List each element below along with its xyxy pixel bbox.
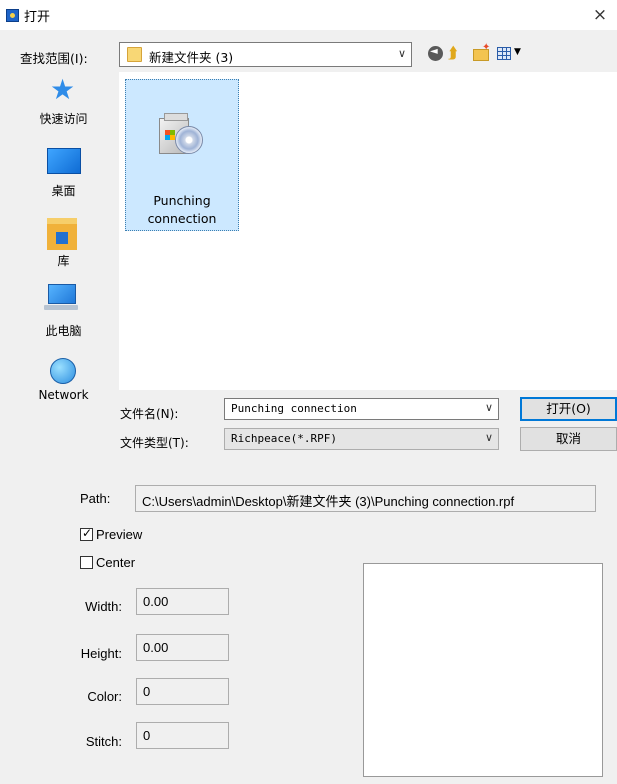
chevron-down-icon: ∨ — [397, 47, 406, 60]
stitch-value: 0 — [143, 728, 151, 743]
dropdown-arrow-icon: ▼ — [514, 47, 521, 57]
file-list[interactable]: Punching connection — [119, 72, 617, 390]
place-library[interactable]: 库 — [14, 218, 113, 274]
place-network[interactable]: Network — [14, 358, 113, 412]
preview-label[interactable]: Preview — [96, 527, 142, 542]
center-checkbox[interactable] — [80, 556, 93, 569]
app-icon — [6, 9, 19, 22]
open-button[interactable]: 打开(O) — [520, 397, 617, 421]
place-this-pc[interactable]: 此电脑 — [14, 284, 113, 340]
place-label: 此电脑 — [45, 324, 82, 338]
file-name: Punching connection — [147, 193, 217, 226]
center-label[interactable]: Center — [96, 555, 135, 570]
place-label: 快速访问 — [39, 112, 88, 126]
sparkle-icon: ✦ — [482, 42, 491, 53]
desktop-icon — [47, 148, 81, 174]
new-folder-button[interactable]: ✦ — [472, 42, 492, 64]
path-value: C:\Users\admin\Desktop\新建文件夹 (3)\Punchin… — [142, 494, 515, 509]
height-label: Height: — [80, 646, 122, 661]
places-bar: ★ 快速访问 桌面 库 此电脑 Network — [14, 72, 113, 465]
view-menu-icon — [497, 47, 511, 60]
path-label: Path: — [80, 491, 111, 506]
file-item[interactable]: Punching connection — [125, 79, 239, 231]
this-pc-icon — [44, 284, 78, 310]
title-bar: 打开 × — [0, 0, 617, 30]
up-folder-button[interactable]: ⮭ — [448, 44, 468, 64]
height-field[interactable]: 0.00 — [136, 634, 229, 661]
setup-package-icon — [159, 112, 203, 158]
preview-pane — [363, 563, 603, 777]
path-field: C:\Users\admin\Desktop\新建文件夹 (3)\Punchin… — [135, 485, 596, 512]
up-folder-icon: ⮭ — [448, 43, 458, 62]
place-quick-access[interactable]: ★ 快速访问 — [14, 76, 113, 138]
stitch-field[interactable]: 0 — [136, 722, 229, 749]
library-icon — [47, 218, 77, 250]
place-desktop[interactable]: 桌面 — [14, 148, 113, 204]
file-type-dropdown[interactable]: Richpeace(*.RPF) ∨ — [224, 428, 499, 450]
place-label: 库 — [57, 254, 70, 268]
window-title: 打开 — [24, 10, 51, 25]
look-in-value: 新建文件夹 (3) — [149, 50, 234, 65]
back-button[interactable] — [426, 44, 446, 64]
look-in-label: 查找范围(I): — [20, 51, 88, 66]
back-icon — [428, 46, 443, 61]
file-type-value: Richpeace(*.RPF) — [231, 432, 337, 445]
close-button[interactable]: × — [589, 4, 611, 26]
width-label: Width: — [85, 599, 122, 614]
view-menu-button[interactable]: ▼ — [496, 44, 526, 64]
chevron-down-icon: ∨ — [484, 431, 493, 444]
file-name-input[interactable]: Punching connection ∨ — [224, 398, 499, 420]
folder-icon — [127, 47, 142, 62]
preview-checkbox[interactable] — [80, 526, 93, 541]
cancel-button[interactable]: 取消 — [520, 427, 617, 451]
color-field[interactable]: 0 — [136, 678, 229, 705]
color-label: Color: — [87, 689, 122, 704]
file-name-label: 文件名(N): — [120, 407, 179, 421]
file-name-value: Punching connection — [231, 402, 357, 415]
color-value: 0 — [143, 684, 151, 699]
chevron-down-icon[interactable]: ∨ — [485, 401, 493, 414]
height-value: 0.00 — [143, 640, 169, 655]
quick-access-star-icon: ★ — [50, 73, 76, 106]
place-label: 桌面 — [51, 184, 76, 198]
width-value: 0.00 — [143, 594, 169, 609]
width-field[interactable]: 0.00 — [136, 588, 229, 615]
file-type-label: 文件类型(T): — [120, 436, 189, 450]
network-icon — [50, 358, 76, 384]
place-label: Network — [38, 388, 89, 402]
look-in-dropdown[interactable]: 新建文件夹 (3) ∨ — [119, 42, 412, 67]
stitch-label: Stitch: — [85, 734, 122, 749]
